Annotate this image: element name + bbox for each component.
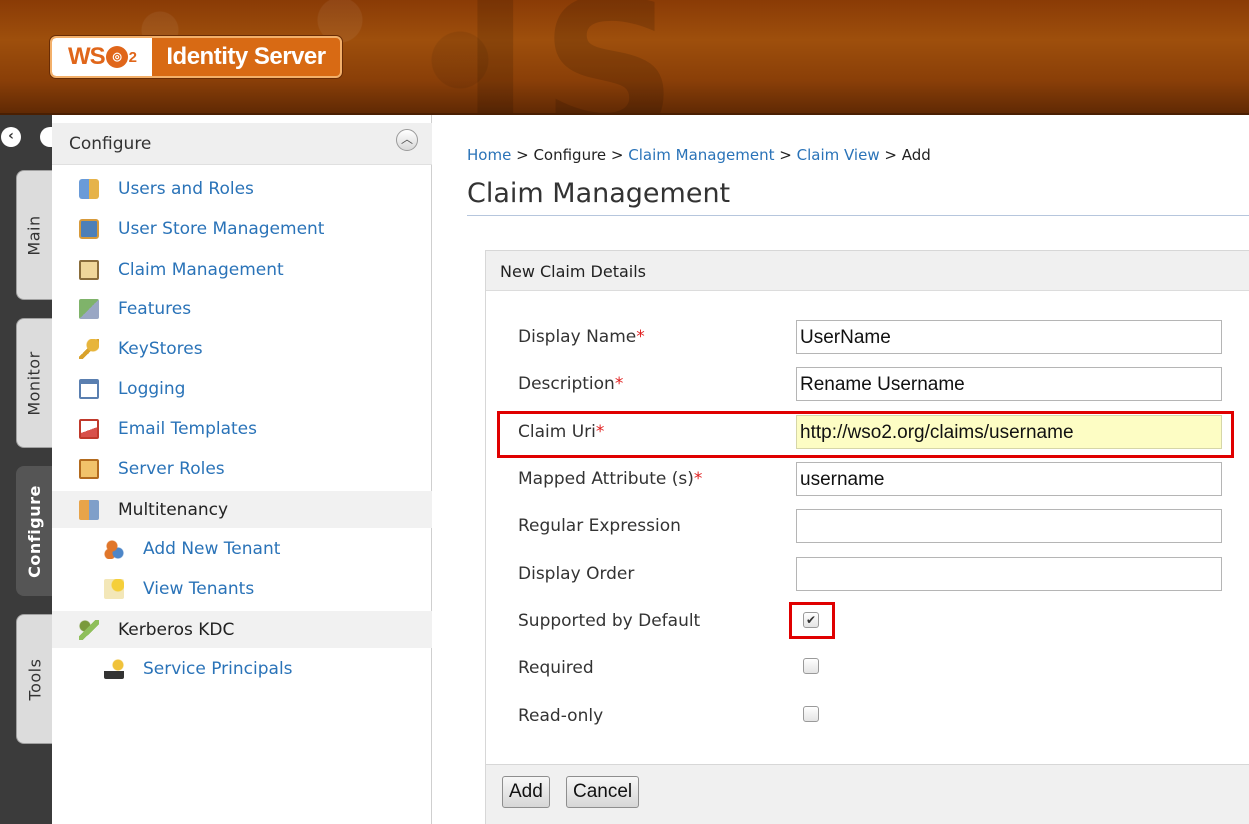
wso2-logo[interactable]: WS ◎ 2 Identity Server	[50, 36, 342, 78]
tab-tools[interactable]: Tools	[16, 614, 52, 744]
logo-brand: WS ◎ 2	[52, 38, 152, 76]
breadcrumb-home[interactable]: Home	[467, 146, 511, 164]
logging-icon	[79, 378, 99, 399]
breadcrumb-add: Add	[901, 146, 931, 164]
tab-monitor[interactable]: Monitor	[16, 318, 52, 448]
email-icon	[79, 418, 99, 439]
server-roles-icon	[79, 458, 99, 479]
display-name-label: Display Name*	[518, 327, 645, 347]
sidebar-item-keystores[interactable]: KeyStores	[52, 330, 432, 367]
panel-title: New Claim Details	[500, 262, 646, 281]
read-only-checkbox[interactable]	[803, 706, 819, 722]
add-button[interactable]: Add	[502, 776, 550, 808]
display-order-label: Display Order	[518, 564, 635, 584]
sidebar-item-features[interactable]: Features	[52, 290, 432, 327]
panel-header: New Claim Details	[486, 251, 1249, 291]
kerberos-icon	[79, 619, 99, 640]
description-input[interactable]: Rename Username	[796, 367, 1222, 401]
sidebar-item-add-new-tenant[interactable]: Add New Tenant	[52, 530, 432, 567]
breadcrumb-claim-view[interactable]: Claim View	[797, 146, 880, 164]
multitenancy-icon	[79, 499, 99, 520]
claim-uri-highlight-box	[497, 411, 1234, 458]
tab-main[interactable]: Main	[16, 170, 52, 300]
sidebar-item-view-tenants[interactable]: View Tenants	[52, 570, 432, 607]
sidebar-item-service-principals[interactable]: Service Principals	[52, 650, 432, 687]
service-principal-icon	[104, 658, 124, 679]
user-store-icon	[79, 218, 99, 239]
regular-expression-label: Regular Expression	[518, 516, 681, 536]
users-roles-icon	[79, 178, 99, 199]
breadcrumb-claim-management[interactable]: Claim Management	[628, 146, 774, 164]
app-header: IS WS ◎ 2 Identity Server	[0, 0, 1249, 115]
claim-icon	[79, 259, 99, 280]
sidebar-group-kerberos-kdc[interactable]: Kerberos KDC	[52, 611, 432, 648]
mapped-attribute-input[interactable]: username	[796, 462, 1222, 496]
view-tenants-icon	[104, 578, 124, 599]
title-divider	[467, 215, 1249, 216]
supported-by-default-label: Supported by Default	[518, 611, 701, 631]
header-watermark: IS	[460, 0, 688, 115]
features-icon	[79, 298, 99, 319]
required-checkbox[interactable]	[803, 658, 819, 674]
sidebar-item-email-templates[interactable]: Email Templates	[52, 410, 432, 447]
mapped-attribute-label: Mapped Attribute (s)*	[518, 469, 703, 489]
read-only-label: Read-only	[518, 706, 604, 726]
page-title: Claim Management	[467, 178, 731, 209]
sidebar-section-title: Configure	[69, 134, 152, 154]
cancel-button[interactable]: Cancel	[566, 776, 640, 808]
sidebar-item-logging[interactable]: Logging	[52, 370, 432, 407]
sidebar-group-multitenancy[interactable]: Multitenancy	[52, 491, 432, 528]
sidebar-item-user-store[interactable]: User Store Management	[52, 210, 432, 247]
product-name: Identity Server	[166, 43, 326, 70]
regular-expression-input[interactable]	[796, 509, 1222, 543]
sidebar-menu: Configure ︿ Users and Roles User Store M…	[52, 115, 432, 824]
tab-configure[interactable]: Configure	[16, 466, 52, 596]
display-order-input[interactable]	[796, 557, 1222, 591]
supported-highlight-box	[789, 602, 835, 639]
key-icon	[79, 338, 99, 359]
description-label: Description*	[518, 374, 624, 394]
display-name-input[interactable]: UserName	[796, 320, 1222, 354]
sidebar-item-users-and-roles[interactable]: Users and Roles	[52, 170, 432, 207]
sidebar-section-header[interactable]: Configure ︿	[52, 123, 432, 165]
breadcrumb: Home > Configure > Claim Management > Cl…	[467, 146, 931, 164]
sidebar-item-server-roles[interactable]: Server Roles	[52, 450, 432, 487]
breadcrumb-configure: Configure	[533, 146, 607, 164]
sidebar-item-claim-management[interactable]: Claim Management	[52, 251, 432, 288]
add-tenant-icon	[104, 538, 124, 559]
required-label: Required	[518, 658, 594, 678]
chevron-up-icon[interactable]: ︿	[396, 129, 418, 151]
collapse-menu-icon[interactable]: ‹	[1, 127, 21, 147]
